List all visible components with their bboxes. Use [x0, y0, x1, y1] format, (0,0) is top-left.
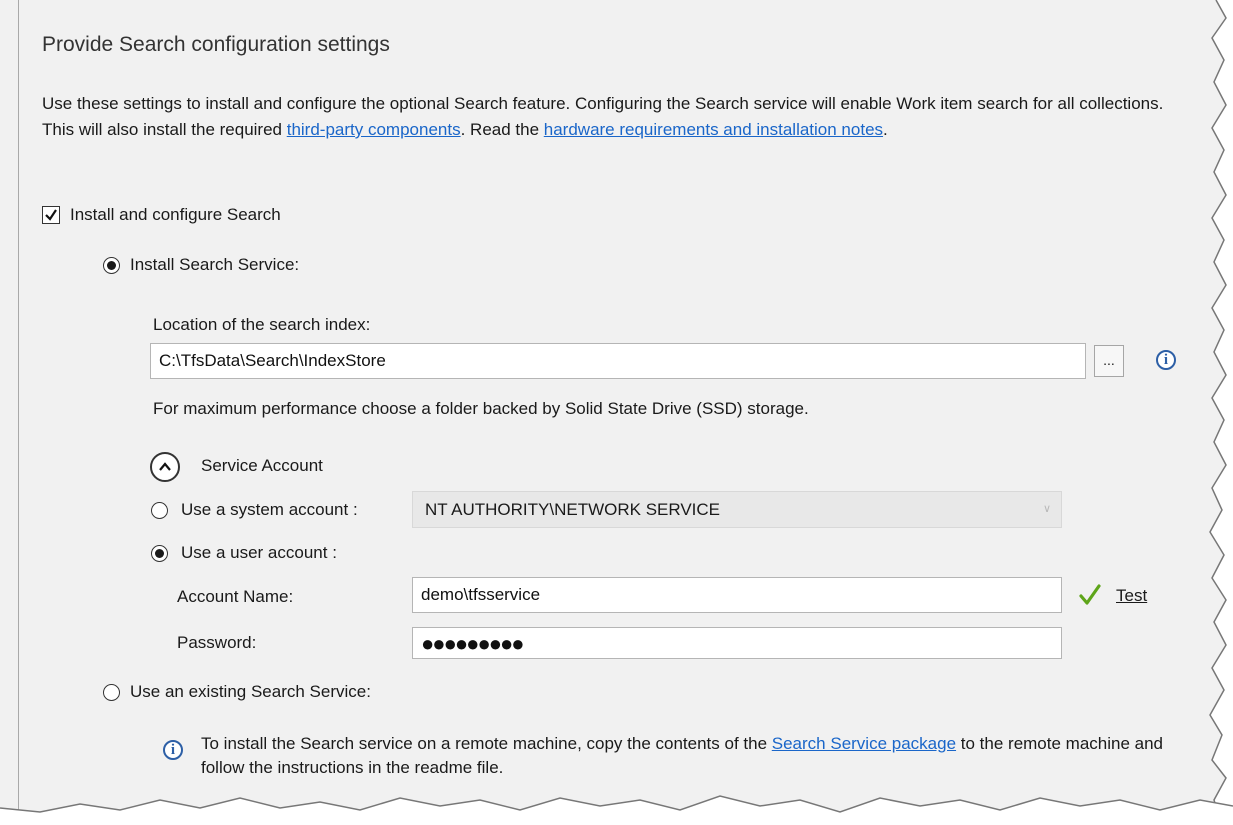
search-index-location-input[interactable]: C:\TfsData\Search\IndexStore [150, 343, 1086, 379]
remote-install-info-text: To install the Search service on a remot… [201, 732, 1191, 780]
info-icon: i [163, 740, 183, 760]
user-account-label: Use a user account : [181, 543, 337, 562]
description-text: Use these settings to install and config… [42, 91, 1192, 143]
install-search-label: Install and configure Search [70, 205, 281, 224]
user-account-radio[interactable] [151, 545, 168, 562]
search-service-package-link[interactable]: Search Service package [772, 734, 956, 753]
password-label: Password: [177, 633, 257, 652]
remote-info-part-1: To install the Search service on a remot… [201, 734, 772, 753]
account-name-input[interactable]: demo\tfsservice [412, 577, 1062, 613]
collapse-service-account-button[interactable] [150, 452, 180, 482]
browse-button[interactable]: ... [1094, 345, 1124, 377]
chevron-up-icon [159, 462, 171, 471]
service-account-header: Service Account [201, 456, 323, 475]
system-account-radio[interactable] [151, 502, 168, 519]
install-search-checkbox[interactable] [42, 206, 60, 224]
system-account-value: NT AUTHORITY\NETWORK SERVICE [425, 500, 721, 519]
description-part-3: . [883, 120, 888, 139]
existing-search-service-radio[interactable] [103, 684, 120, 701]
description-part-2: . Read the [460, 120, 544, 139]
install-search-service-radio[interactable] [103, 257, 120, 274]
ssd-hint-text: For maximum performance choose a folder … [153, 399, 809, 418]
password-input[interactable]: ●●●●●●●●● [412, 627, 1062, 659]
info-icon[interactable]: i [1156, 350, 1176, 370]
system-account-select[interactable]: NT AUTHORITY\NETWORK SERVICE ∨ [412, 491, 1062, 528]
green-check-icon [1079, 584, 1101, 605]
system-account-label: Use a system account : [181, 500, 358, 519]
install-search-service-label: Install Search Service: [130, 255, 300, 274]
checkbox-check-icon [45, 209, 57, 221]
page-title: Provide Search configuration settings [42, 33, 390, 56]
test-account-link[interactable]: Test [1116, 586, 1147, 606]
existing-search-service-label: Use an existing Search Service: [130, 682, 371, 701]
account-name-label: Account Name: [177, 587, 294, 606]
search-index-location-label: Location of the search index: [153, 315, 371, 334]
third-party-components-link[interactable]: third-party components [287, 120, 461, 139]
hardware-requirements-link[interactable]: hardware requirements and installation n… [544, 120, 883, 139]
dropdown-arrow-icon: ∨ [1042, 503, 1051, 515]
